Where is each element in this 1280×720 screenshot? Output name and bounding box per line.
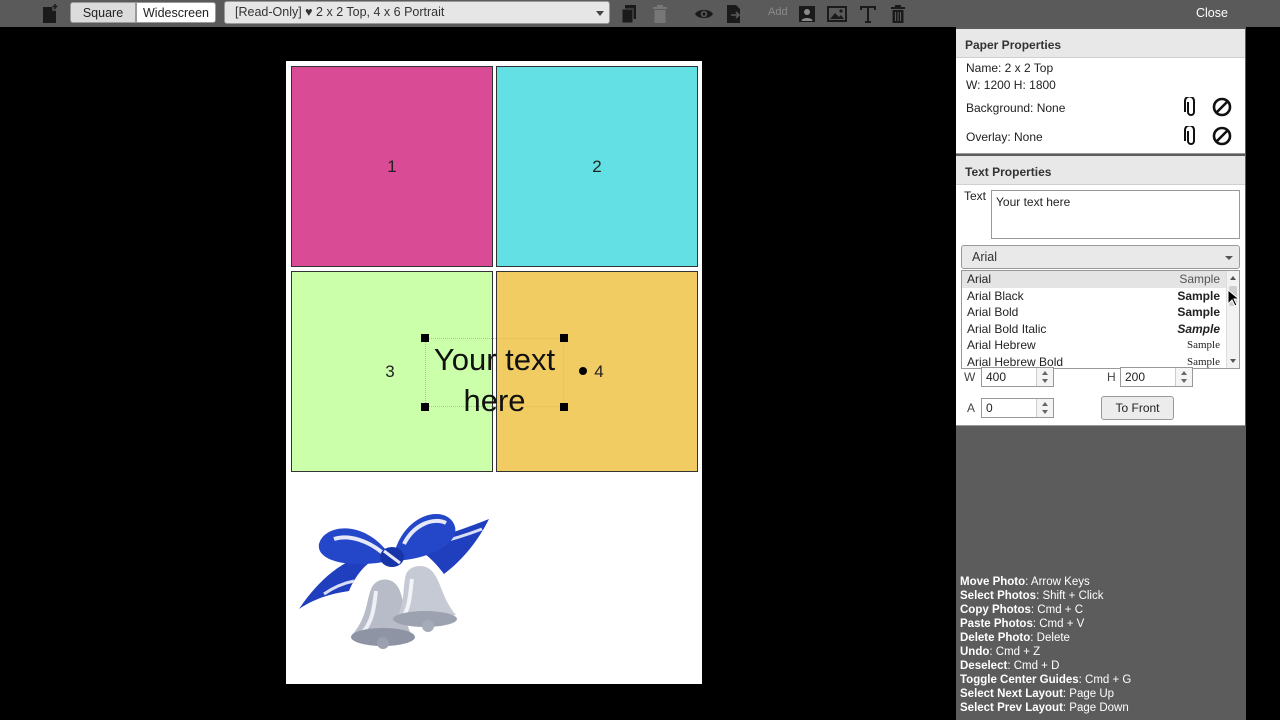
resize-handle-bottom-left[interactable]	[421, 403, 429, 411]
layout-select[interactable]: [Read-Only] ♥ 2 x 2 Top, 4 x 6 Portrait	[224, 1, 610, 24]
close-button[interactable]: Close	[1196, 6, 1228, 20]
paper-name: Name: 2 x 2 Top	[966, 61, 1054, 75]
width-input[interactable]: 400	[981, 367, 1054, 387]
shortcut-row: Deselect: Cmd + D	[960, 660, 1060, 672]
keyboard-shortcuts: Move Photo: Arrow Keys Select Photos: Sh…	[960, 575, 1244, 715]
slot-number: 1	[387, 156, 397, 176]
height-value: 200	[1125, 370, 1146, 384]
square-toggle[interactable]: Square	[70, 2, 136, 23]
chevron-down-icon	[1225, 256, 1233, 260]
top-toolbar: Square Widescreen [Read-Only] ♥ 2 x 2 To…	[0, 0, 1280, 27]
font-option-label: Arial Black	[967, 288, 1024, 303]
text-object[interactable]: Your text here	[425, 338, 564, 418]
font-sample: Sample	[1187, 339, 1220, 351]
shortcut-row: Toggle Center Guides: Cmd + G	[960, 674, 1132, 686]
overlay-value: Overlay: None	[966, 130, 1043, 144]
angle-stepper[interactable]	[1036, 399, 1053, 417]
slot-number: 4	[594, 361, 604, 381]
resize-handle-top-right[interactable]	[560, 334, 568, 342]
add-label: Add	[768, 6, 788, 18]
scroll-up-icon[interactable]	[1230, 276, 1236, 280]
shortcut-row: Paste Photos: Cmd + V	[960, 618, 1085, 630]
to-front-button[interactable]: To Front	[1101, 396, 1174, 420]
shortcut-row: Select Prev Layout: Page Down	[960, 702, 1129, 714]
slot-number: 3	[385, 361, 395, 381]
trash-icon[interactable]	[888, 3, 908, 24]
angle-label: A	[967, 401, 976, 415]
font-option-arial-hebrew[interactable]: Arial Hebrew Sample	[962, 337, 1239, 354]
copy-icon[interactable]	[619, 3, 639, 24]
attach-overlay-icon[interactable]	[1179, 126, 1199, 146]
width-value: 400	[986, 370, 1007, 384]
font-option-arial[interactable]: Arial Sample	[962, 271, 1239, 288]
font-option-label: Arial	[967, 272, 992, 286]
shortcut-row: Undo: Cmd + Z	[960, 646, 1041, 658]
angle-value: 0	[986, 401, 993, 415]
shortcut-row: Select Next Layout: Page Up	[960, 688, 1115, 700]
add-image-icon[interactable]	[826, 3, 848, 24]
font-sample: Sample	[1177, 288, 1220, 303]
font-option-label: Arial Bold	[967, 305, 1019, 319]
widescreen-toggle[interactable]: Widescreen	[136, 2, 216, 23]
font-select-value: Arial	[972, 250, 998, 264]
new-layout-icon[interactable]	[40, 3, 60, 24]
photo-slot-2[interactable]: 2	[496, 66, 698, 267]
height-stepper[interactable]	[1175, 368, 1192, 386]
font-sample: Sample	[1177, 321, 1220, 336]
photo-slot-1[interactable]: 1	[291, 66, 493, 267]
font-dropdown-list: Arial Sample Arial Black Sample Arial Bo…	[961, 270, 1240, 369]
text-properties-panel: Text Properties Text Your text here Aria…	[956, 156, 1245, 426]
font-option-arial-bold-italic[interactable]: Arial Bold Italic Sample	[962, 321, 1239, 338]
preview-eye-icon[interactable]	[693, 3, 715, 24]
font-select[interactable]: Arial	[961, 245, 1240, 269]
paper[interactable]: 1 2 3 4 Your text here	[286, 61, 702, 684]
shortcut-row: Move Photo: Arrow Keys	[960, 576, 1090, 588]
delete-icon[interactable]	[650, 3, 670, 24]
shortcut-row: Select Photos: Shift + Click	[960, 590, 1104, 602]
paper-properties-title: Paper Properties	[956, 29, 1245, 58]
background-value: Background: None	[966, 101, 1066, 115]
export-icon[interactable]	[723, 3, 745, 24]
height-input[interactable]: 200	[1120, 367, 1193, 387]
shortcut-row: Copy Photos: Cmd + C	[960, 604, 1084, 616]
paper-properties-panel: Paper Properties Name: 2 x 2 Top W: 1200…	[956, 29, 1245, 154]
add-text-icon[interactable]	[857, 3, 879, 24]
slot-number: 2	[592, 156, 602, 176]
paper-size: W: 1200 H: 1800	[966, 78, 1056, 92]
clear-overlay-icon[interactable]	[1212, 126, 1232, 146]
width-stepper[interactable]	[1036, 368, 1053, 386]
font-list-scrollbar[interactable]	[1226, 271, 1239, 368]
shortcut-row: Delete Photo: Delete	[960, 632, 1070, 644]
font-option-label: Arial Hebrew	[967, 338, 1036, 352]
height-label: H	[1107, 370, 1116, 384]
font-sample: Sample	[1177, 305, 1220, 319]
font-option-arial-black[interactable]: Arial Black Sample	[962, 288, 1239, 305]
chevron-down-icon	[596, 11, 604, 16]
text-label: Text	[964, 189, 987, 203]
resize-handle-top-left[interactable]	[421, 334, 429, 342]
clear-background-icon[interactable]	[1212, 97, 1232, 117]
angle-input[interactable]: 0	[981, 398, 1054, 418]
font-sample: Sample	[1179, 272, 1220, 286]
font-option-label: Arial Bold Italic	[967, 321, 1047, 336]
attach-background-icon[interactable]	[1179, 97, 1199, 117]
text-input[interactable]: Your text here	[991, 190, 1240, 239]
resize-handle-bottom-right[interactable]	[560, 403, 568, 411]
wedding-bells-image[interactable]	[294, 499, 492, 657]
mouse-cursor-icon	[1227, 289, 1239, 307]
rotate-handle[interactable]	[579, 367, 587, 375]
width-label: W	[964, 370, 976, 384]
add-photo-slot-icon[interactable]	[797, 3, 817, 24]
scroll-down-icon[interactable]	[1230, 359, 1236, 363]
text-properties-title: Text Properties	[956, 156, 1245, 185]
font-option-arial-bold[interactable]: Arial Bold Sample	[962, 304, 1239, 321]
layout-select-value: [Read-Only] ♥ 2 x 2 Top, 4 x 6 Portrait	[235, 5, 445, 19]
